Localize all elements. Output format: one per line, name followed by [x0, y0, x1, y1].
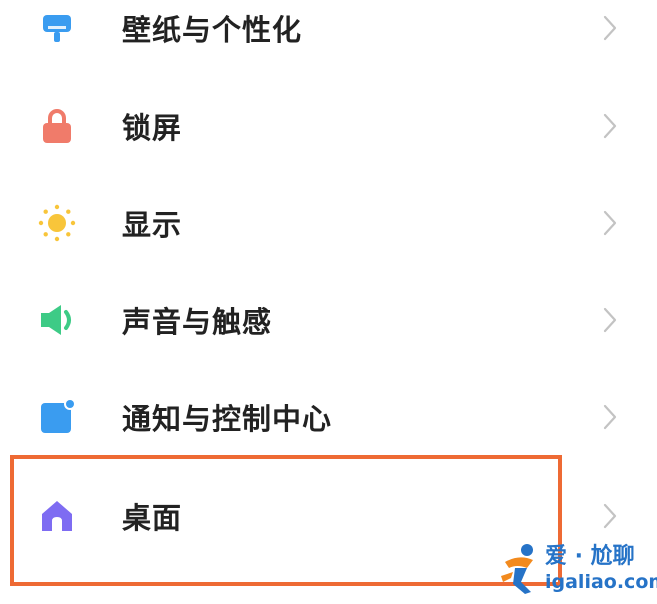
sun-icon [36, 202, 78, 244]
settings-item-label: 壁纸与个性化 [122, 13, 303, 47]
settings-item-display[interactable]: 显示 [0, 175, 657, 271]
wallpaper-icon [36, 7, 78, 49]
watermark: 爱 · 尬聊 igaliao.com [497, 538, 657, 600]
lock-icon [36, 105, 78, 147]
settings-item-wallpaper[interactable]: 壁纸与个性化 [0, 0, 657, 76]
speaker-icon [36, 299, 78, 341]
settings-item-label: 显示 [122, 208, 183, 242]
settings-item-sound[interactable]: 声音与触感 [0, 272, 657, 368]
chevron-right-icon [603, 15, 617, 41]
settings-item-label: 锁屏 [122, 111, 183, 145]
chevron-right-icon [603, 404, 617, 430]
notification-icon [36, 396, 78, 438]
watermark-logo-icon [501, 544, 533, 594]
home-icon [36, 495, 78, 537]
settings-item-label: 通知与控制中心 [122, 402, 333, 436]
chevron-right-icon [603, 210, 617, 236]
watermark-title: 爱 · 尬聊 [545, 544, 635, 569]
chevron-right-icon [603, 113, 617, 139]
settings-item-label: 声音与触感 [122, 305, 273, 339]
settings-item-label: 桌面 [122, 501, 183, 535]
settings-item-notifications[interactable]: 通知与控制中心 [0, 369, 657, 465]
chevron-right-icon [603, 307, 617, 333]
watermark-url: igaliao.com [545, 571, 657, 593]
chevron-right-icon [603, 503, 617, 529]
settings-item-lock-screen[interactable]: 锁屏 [0, 78, 657, 174]
